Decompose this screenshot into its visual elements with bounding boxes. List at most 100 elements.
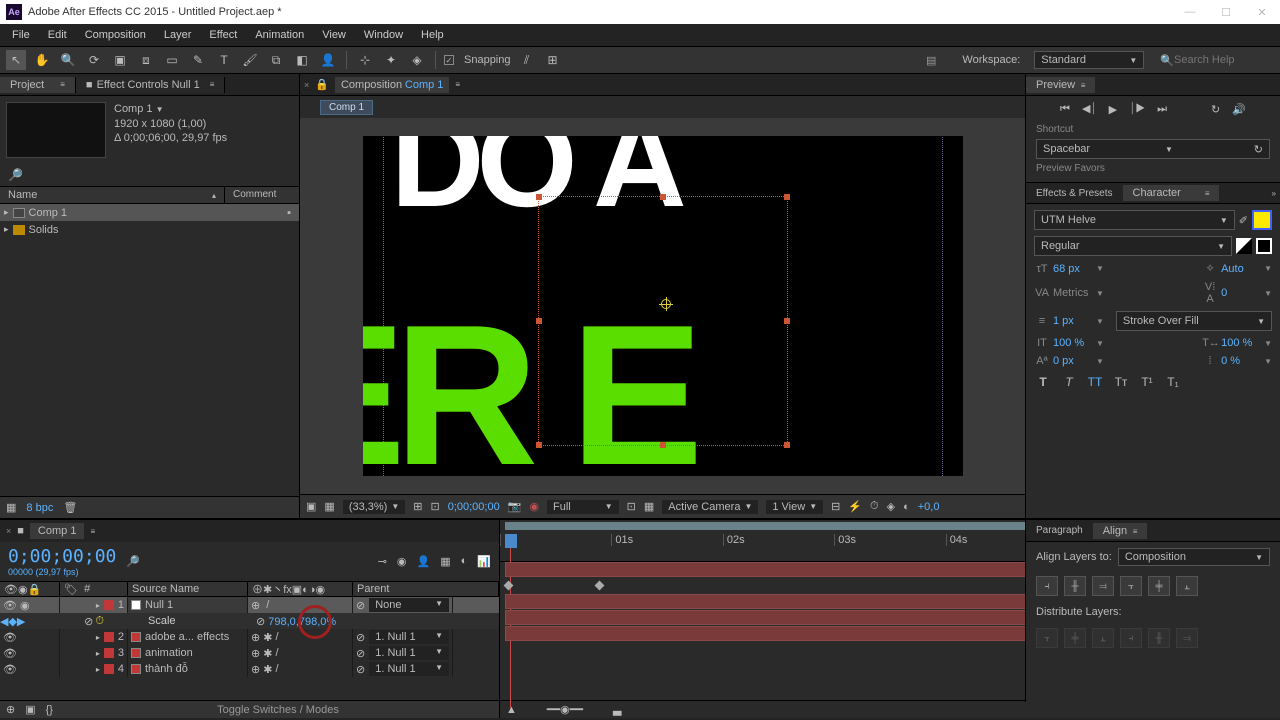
maximize-button[interactable]: ☐ xyxy=(1214,6,1238,19)
axis-view[interactable]: ◈ xyxy=(407,50,427,70)
shy-icon[interactable]: 👤 xyxy=(417,555,431,568)
exposure-reset-icon[interactable]: ◐ xyxy=(903,501,910,513)
graph-editor-icon[interactable]: 📊 xyxy=(477,555,491,568)
search-input[interactable] xyxy=(1174,54,1274,66)
transparency-icon[interactable]: ▦ xyxy=(644,500,654,513)
italic-button[interactable]: T xyxy=(1060,375,1078,389)
fill-color-swatch[interactable] xyxy=(1252,210,1272,230)
dist-right-button[interactable]: ⫤ xyxy=(1176,628,1198,648)
rotate-tool[interactable]: ⟳ xyxy=(84,50,104,70)
trash-icon[interactable]: 🗑 xyxy=(63,501,77,514)
align-left-button[interactable]: ⫞ xyxy=(1036,576,1058,596)
roto-tool[interactable]: 👤 xyxy=(318,50,338,70)
selection-tool[interactable]: ↖ xyxy=(6,50,26,70)
toggle-switches-button[interactable]: Toggle Switches / Modes xyxy=(63,704,493,716)
breadcrumb-comp[interactable]: Comp 1 xyxy=(320,100,373,115)
snap-grid-icon[interactable]: ⊞ xyxy=(543,50,563,70)
timeline-tab[interactable]: Comp 1 xyxy=(30,523,85,539)
dist-top-button[interactable]: ⫟ xyxy=(1036,628,1058,648)
menu-animation[interactable]: Animation xyxy=(247,27,312,43)
align-vcenter-button[interactable]: ╪ xyxy=(1148,576,1170,596)
frameblend-icon[interactable]: ▦ xyxy=(440,555,450,568)
resolution-icon[interactable]: ⊞ xyxy=(413,500,422,513)
align-to-dropdown[interactable]: Composition▼ xyxy=(1118,548,1270,566)
snap-edge-icon[interactable]: ⫽ xyxy=(517,50,537,70)
menu-view[interactable]: View xyxy=(314,27,354,43)
expand-icon[interactable]: ⊕ xyxy=(6,703,15,716)
zoom-in-icon[interactable]: ▃ xyxy=(613,703,621,716)
safe-zones-icon[interactable]: ⊡ xyxy=(430,500,439,513)
tab-composition[interactable]: Composition Comp 1 xyxy=(335,77,449,93)
workspace-dropdown[interactable]: Standard▼ xyxy=(1034,51,1144,69)
timeline-close-icon[interactable]: × xyxy=(6,526,11,536)
zoom-out-icon[interactable]: ▲ xyxy=(506,704,517,716)
font-style-dropdown[interactable]: Regular▼ xyxy=(1034,236,1232,256)
font-family-dropdown[interactable]: UTM Helve▼ xyxy=(1034,210,1235,230)
timeline-search-icon[interactable]: 🔎 xyxy=(126,555,140,568)
menu-layer[interactable]: Layer xyxy=(156,27,200,43)
brush-tool[interactable]: 🖌 xyxy=(240,50,260,70)
motionblur-icon[interactable]: ◐ xyxy=(461,555,468,568)
snapshot2-icon[interactable]: 📷 xyxy=(508,500,522,513)
col-source[interactable]: Source Name xyxy=(128,582,248,596)
project-search-icon[interactable]: 🔎 xyxy=(8,168,23,182)
composition-viewport[interactable]: DO A TER E xyxy=(300,118,1025,494)
property-row-scale[interactable]: ◀◆▶ ⊘⏱ Scale ⊘ 798,0,798,0% xyxy=(0,613,499,629)
clone-tool[interactable]: ⧉ xyxy=(266,50,286,70)
tab-character[interactable]: Character≡ xyxy=(1123,185,1220,201)
menu-edit[interactable]: Edit xyxy=(40,27,75,43)
align-hcenter-button[interactable]: ╫ xyxy=(1064,576,1086,596)
timeline-icon[interactable]: ⏱ xyxy=(870,500,879,513)
comp-close-icon[interactable]: × xyxy=(304,80,309,90)
stroke-mode-dropdown[interactable]: Stroke Over Fill▼ xyxy=(1116,311,1272,331)
col-comment[interactable]: Comment xyxy=(225,187,284,203)
col-name[interactable]: Name▴ xyxy=(0,187,225,203)
menu-file[interactable]: File xyxy=(4,27,38,43)
hand-tool[interactable]: ✋ xyxy=(32,50,52,70)
mute-button[interactable]: 🔊 xyxy=(1232,103,1246,116)
tab-align[interactable]: Align ≡ xyxy=(1093,523,1148,539)
axis-world[interactable]: ✦ xyxy=(381,50,401,70)
layer-row[interactable]: 👁◉ ▸1 Null 1 ⊕/ ⊘None▼ xyxy=(0,597,499,613)
font-size-value[interactable]: 68 px xyxy=(1053,263,1093,275)
brackets-icon[interactable]: {} xyxy=(46,704,53,716)
close-button[interactable]: ✕ xyxy=(1250,6,1274,19)
tsume-value[interactable]: 0 % xyxy=(1221,355,1261,367)
pixel-aspect-icon[interactable]: ⊟ xyxy=(831,500,840,513)
project-item-comp[interactable]: ▸Comp 1 ▪ xyxy=(0,204,299,221)
vscale-value[interactable]: 100 % xyxy=(1053,337,1093,349)
panbehind-tool[interactable]: ⧈ xyxy=(136,50,156,70)
rect-tool[interactable]: ▭ xyxy=(162,50,182,70)
play-button[interactable]: ▶ xyxy=(1109,103,1117,116)
dist-bottom-button[interactable]: ⫠ xyxy=(1092,628,1114,648)
eyedropper-icon[interactable]: ✐ xyxy=(1239,214,1248,227)
tab-effect-controls[interactable]: ■Effect Controls Null 1≡ xyxy=(76,77,225,93)
keyframe[interactable] xyxy=(504,581,514,591)
baseline-value[interactable]: 0 px xyxy=(1053,355,1093,367)
shortcut-dropdown[interactable]: Spacebar▼↻ xyxy=(1036,139,1270,159)
bpc-button[interactable]: 8 bpc xyxy=(26,502,53,514)
minimize-button[interactable]: — xyxy=(1178,6,1202,19)
stroke-width-value[interactable]: 1 px xyxy=(1053,315,1093,327)
snapshot-icon[interactable]: ▣ xyxy=(306,500,316,513)
keyframe[interactable] xyxy=(595,581,605,591)
comp-mini-flowchart-icon[interactable]: ⊸ xyxy=(378,555,387,568)
bold-button[interactable]: T xyxy=(1034,375,1052,389)
tab-paragraph[interactable]: Paragraph xyxy=(1026,523,1093,538)
interpret-icon[interactable]: ▦ xyxy=(6,501,16,514)
layer-row[interactable]: 👁 ▸2 adobe a... effects ⊕✱/ ⊘1. Null 1▼ xyxy=(0,629,499,645)
leading-value[interactable]: Auto xyxy=(1221,263,1261,275)
anchor-point[interactable] xyxy=(661,299,671,309)
menu-help[interactable]: Help xyxy=(413,27,452,43)
zoom-slider[interactable]: ━━◉━━ xyxy=(547,703,583,716)
superscript-button[interactable]: T¹ xyxy=(1138,375,1156,389)
align-right-button[interactable]: ⫤ xyxy=(1092,576,1114,596)
eraser-tool[interactable]: ◧ xyxy=(292,50,312,70)
render-icon[interactable]: ▣ xyxy=(25,703,35,716)
last-frame-button[interactable]: ⏭ xyxy=(1157,103,1167,116)
tab-preview[interactable]: Preview ≡ xyxy=(1026,77,1095,93)
viewer-timecode[interactable]: 0;00;00;00 xyxy=(448,501,500,513)
allcaps-button[interactable]: TT xyxy=(1086,375,1104,389)
kerning-value[interactable]: Metrics xyxy=(1053,287,1093,299)
menu-composition[interactable]: Composition xyxy=(77,27,154,43)
